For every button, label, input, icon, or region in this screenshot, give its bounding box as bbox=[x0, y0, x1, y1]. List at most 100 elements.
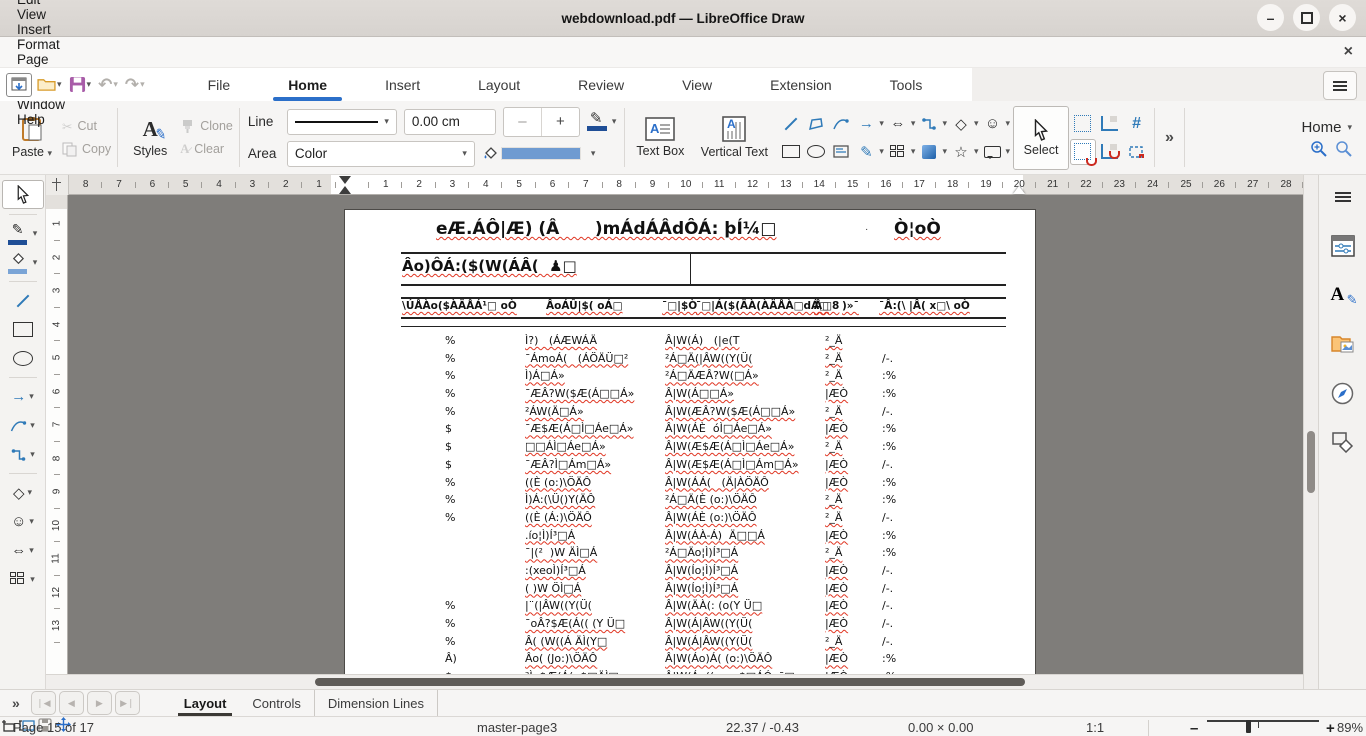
freeform-dropdown-icon[interactable]: ▾ bbox=[879, 147, 884, 156]
horizontal-scrollbar-thumb[interactable] bbox=[315, 678, 1025, 686]
save-button[interactable]: ▾ bbox=[67, 74, 94, 95]
freeform-button[interactable]: ✎▾ bbox=[855, 140, 884, 164]
ruler-margin-marker[interactable] bbox=[1013, 180, 1025, 194]
width-decrease-button[interactable]: – bbox=[504, 108, 542, 136]
insert-line-button[interactable] bbox=[780, 112, 802, 136]
dropdown-icon[interactable]: ▾ bbox=[29, 392, 34, 401]
snap-to-grid-button[interactable] bbox=[1070, 139, 1096, 165]
ellipse-button[interactable] bbox=[805, 140, 827, 164]
dropdown-icon[interactable]: ▾ bbox=[33, 258, 38, 267]
menu-item[interactable]: Page bbox=[8, 52, 74, 67]
stars-button[interactable]: ☆▾ bbox=[950, 140, 979, 164]
layer-tab[interactable]: Controls bbox=[239, 690, 314, 716]
cursor-position-value[interactable]: 22.37 / -0.43 bbox=[726, 720, 799, 735]
palette-lines-arrows-tool[interactable]: →▾ bbox=[3, 383, 43, 410]
dropdown-icon[interactable]: ▾ bbox=[33, 229, 38, 238]
menu-item[interactable]: Edit bbox=[8, 0, 74, 7]
palette-rectangle-tool[interactable] bbox=[3, 316, 43, 343]
helplines-while-moving-button[interactable] bbox=[1098, 112, 1122, 136]
ribbon-tab[interactable]: Insert bbox=[356, 68, 449, 101]
palette-fill-color-tool[interactable]: ▾ bbox=[3, 249, 43, 276]
next-page-button[interactable]: ▶ bbox=[87, 691, 112, 715]
lines-arrows-dropdown-icon[interactable]: ▾ bbox=[879, 119, 884, 128]
curve-button[interactable] bbox=[830, 112, 852, 136]
callouts-dropdown-icon[interactable]: ▾ bbox=[1006, 147, 1011, 156]
stars-dropdown-icon[interactable]: ▾ bbox=[974, 147, 979, 156]
zoom-icon[interactable] bbox=[1335, 140, 1352, 157]
block-arrows-button[interactable]: ⇔▾ bbox=[887, 112, 916, 136]
previous-page-button[interactable]: ◀ bbox=[59, 691, 84, 715]
scale-indicator[interactable]: 1:1 bbox=[1086, 720, 1104, 735]
dropdown-icon[interactable]: ▾ bbox=[28, 488, 33, 497]
palette-flowchart-tool[interactable]: ▾ bbox=[3, 566, 43, 593]
open-button[interactable]: ▾ bbox=[35, 75, 64, 94]
zoom-out-button[interactable]: – bbox=[1190, 720, 1198, 736]
clone-formatting-button[interactable]: Clone bbox=[180, 119, 233, 134]
sidebar-navigator-button[interactable] bbox=[1328, 380, 1358, 406]
zoom-in-icon[interactable] bbox=[1310, 140, 1327, 157]
sidebar-gallery-button[interactable] bbox=[1328, 331, 1358, 357]
snap-to-margins-button[interactable] bbox=[1125, 140, 1149, 164]
drawing-canvas[interactable]: eÆ.ÁÔ|Æ) (Â )mÁdÁÂdÔÁ: þÍ¼□ · Ò¦oÒ Âo)ÔÁ… bbox=[68, 195, 1303, 674]
dropdown-icon[interactable]: ▾ bbox=[30, 575, 35, 584]
width-increase-button[interactable]: + bbox=[542, 108, 579, 136]
layer-overflow-button[interactable]: » bbox=[8, 695, 28, 711]
sidebar-settings-button[interactable] bbox=[1328, 184, 1358, 210]
select-tool-button[interactable]: Select bbox=[1013, 106, 1069, 170]
polygon-button[interactable] bbox=[805, 112, 827, 136]
last-page-button[interactable]: ▶❘ bbox=[115, 691, 140, 715]
zoom-level-value[interactable]: 89% bbox=[1337, 720, 1363, 735]
palette-select-tool[interactable] bbox=[2, 180, 44, 209]
zoom-in-button[interactable]: + bbox=[1326, 720, 1335, 736]
palette-ellipse-tool[interactable] bbox=[3, 345, 43, 372]
vertical-scrollbar-thumb[interactable] bbox=[1307, 431, 1315, 493]
object-size-value[interactable]: 0.00 × 0.00 bbox=[908, 720, 973, 735]
palette-curves-tool[interactable]: ▾ bbox=[3, 412, 43, 439]
snap-to-helplines-button[interactable] bbox=[1098, 140, 1122, 164]
maximize-button[interactable] bbox=[1293, 4, 1320, 31]
ribbon-tab[interactable]: View bbox=[653, 68, 741, 101]
vertical-scrollbar[interactable] bbox=[1303, 175, 1318, 689]
line-style-select[interactable]: ▾ bbox=[287, 109, 397, 135]
close-document-icon[interactable]: × bbox=[1344, 44, 1353, 60]
fill-color-button[interactable]: ▾ bbox=[482, 146, 596, 162]
menubar-toggle-button[interactable] bbox=[1323, 71, 1357, 100]
styles-button[interactable]: A ✎ Styles bbox=[122, 106, 178, 170]
flowchart-dropdown-icon[interactable]: ▾ bbox=[911, 147, 916, 156]
symbol-shapes-dropdown-icon[interactable]: ▾ bbox=[1006, 119, 1011, 128]
callouts-button[interactable]: ▾ bbox=[982, 140, 1011, 164]
line-width-input[interactable]: 0.00 cm bbox=[404, 109, 496, 135]
sidebar-properties-button[interactable] bbox=[1328, 233, 1358, 259]
cut-button[interactable]: ✂ Cut bbox=[62, 119, 111, 134]
flowchart-button[interactable]: ▾ bbox=[887, 140, 916, 164]
sidebar-styles-button[interactable]: A✎ bbox=[1328, 282, 1358, 308]
page-indicator[interactable]: Page 15 of 17 bbox=[13, 720, 94, 735]
document-page[interactable]: eÆ.ÁÔ|Æ) (Â )mÁdÁÂdÔÁ: þÍ¼□ · Ò¦oÒ Âo)ÔÁ… bbox=[344, 209, 1036, 674]
dropdown-icon[interactable]: ▾ bbox=[29, 517, 34, 526]
connectors-button[interactable]: ▾ bbox=[918, 112, 947, 136]
3d-objects-button[interactable]: ▾ bbox=[918, 140, 947, 164]
template-button[interactable] bbox=[6, 73, 32, 97]
context-selector[interactable]: Home ▾ bbox=[1301, 119, 1352, 136]
fill-color-dropdown-icon[interactable]: ▾ bbox=[591, 149, 596, 158]
zoom-slider-thumb[interactable] bbox=[1246, 720, 1251, 733]
dropdown-icon[interactable]: ▾ bbox=[30, 421, 35, 430]
ribbon-tab[interactable]: Extension bbox=[741, 68, 860, 101]
first-page-button[interactable]: ❘◀ bbox=[31, 691, 56, 715]
symbol-shapes-button[interactable]: ☺▾ bbox=[982, 112, 1011, 136]
layer-tab[interactable]: Dimension Lines bbox=[315, 690, 438, 716]
clear-formatting-button[interactable]: A̷ Clear bbox=[180, 142, 233, 157]
palette-connectors-tool[interactable]: ▾ bbox=[3, 441, 43, 468]
dropdown-icon[interactable]: ▾ bbox=[29, 546, 34, 555]
palette-line-tool[interactable] bbox=[3, 287, 43, 314]
basic-shapes-dropdown-icon[interactable]: ▾ bbox=[974, 119, 979, 128]
toolbar-overflow-button[interactable]: » bbox=[1159, 129, 1180, 147]
insert-vertical-text-button[interactable]: A Vertical Text bbox=[691, 106, 777, 170]
display-grid-button[interactable] bbox=[1071, 112, 1095, 136]
rectangle-button[interactable] bbox=[780, 140, 802, 164]
line-color-button[interactable]: ✎ ▾ bbox=[587, 112, 617, 132]
minimize-button[interactable]: – bbox=[1257, 4, 1284, 31]
copy-button[interactable]: Copy bbox=[62, 142, 111, 157]
undo-button[interactable]: ↶ ▾ bbox=[96, 73, 120, 97]
zoom-slider-track[interactable] bbox=[1207, 720, 1319, 722]
